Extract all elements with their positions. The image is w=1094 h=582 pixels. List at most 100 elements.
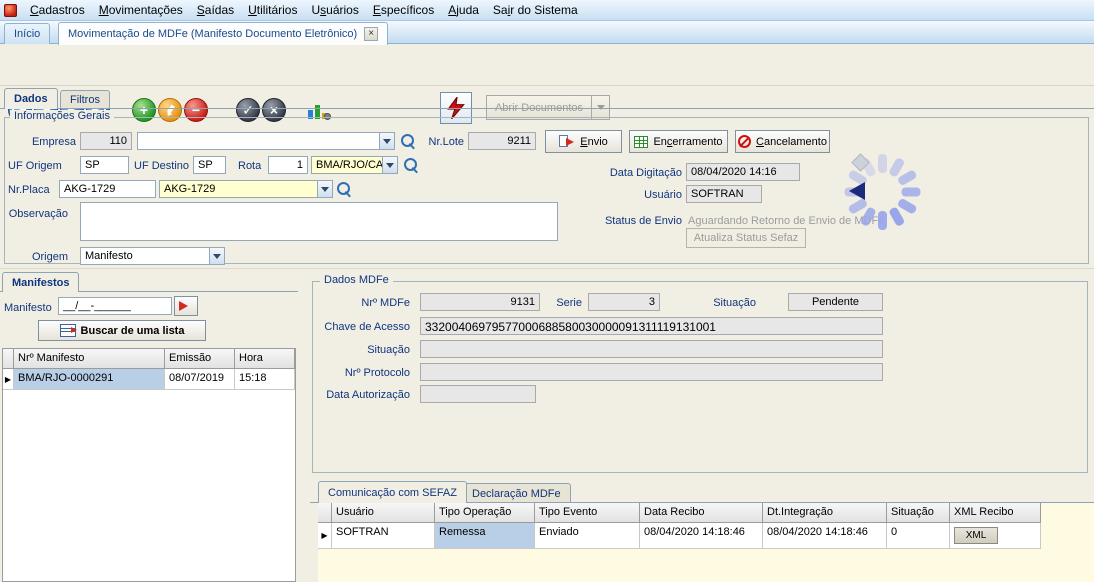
tab-declaracao-mdfe[interactable]: Declaração MDFe <box>462 483 571 503</box>
cell-hora[interactable]: 15:18 <box>235 369 295 390</box>
cell-emissao[interactable]: 08/07/2019 <box>165 369 235 390</box>
menu-item-cadastros[interactable]: Cadastros <box>23 1 92 19</box>
cell-xml-recibo: XML <box>950 523 1041 549</box>
rota-search-icon[interactable] <box>404 158 419 173</box>
observacao-label: Observação <box>8 208 68 220</box>
nr-mdfe-label: Nrº MDFe <box>330 297 410 309</box>
header-tipo-evento: Tipo Evento <box>535 503 640 523</box>
encerramento-button[interactable]: Encerramento <box>629 130 728 153</box>
sefaz-grid: Usuário Tipo Operação Tipo Evento Data R… <box>318 503 1094 582</box>
nr-mdfe-field: 9131 <box>420 293 540 311</box>
group-informacoes-gerais-title: Informações Gerais <box>10 110 114 122</box>
row-marker-icon: ▶ <box>318 523 332 549</box>
list-search-icon <box>60 324 76 337</box>
chevron-down-icon <box>597 105 605 114</box>
header-usuario: Usuário <box>332 503 435 523</box>
header-tipo-operacao: Tipo Operação <box>435 503 535 523</box>
data-autorizacao-field <box>420 385 536 403</box>
horizontal-splitter[interactable] <box>0 268 1094 269</box>
sefaz-grid-row[interactable]: ▶ SOFTRAN Remessa Enviado 08/04/2020 14:… <box>318 523 1094 549</box>
atualiza-status-sefaz-button[interactable]: Atualiza Status Sefaz <box>686 228 806 248</box>
situacao-label: Situação <box>700 297 756 309</box>
serie-field: 3 <box>588 293 660 311</box>
manifestos-grid: Nrº Manifesto Emissão Hora ▶ BMA/RJO-000… <box>2 348 296 582</box>
menu-item-utilitarios[interactable]: Utilitários <box>241 1 304 19</box>
xml-button[interactable]: XML <box>954 527 998 544</box>
uf-destino-input[interactable] <box>193 156 226 174</box>
status-envio-label: Status de Envio <box>592 215 682 227</box>
tab-filtros[interactable]: Filtros <box>60 90 110 109</box>
data-digitacao-field: 08/04/2020 14:16 <box>686 163 800 181</box>
menu-bar: Cadastros Movimentações Saídas Utilitári… <box>0 0 1094 21</box>
chevron-down-icon <box>383 139 391 148</box>
rota-combo-arrow[interactable] <box>382 157 397 173</box>
nr-protocolo-field <box>420 363 883 381</box>
nr-placa-combo[interactable]: AKG-1729 <box>159 180 333 198</box>
spinner-arrow-icon <box>840 182 865 200</box>
cell-tipo-evento[interactable]: Enviado <box>535 523 640 549</box>
envio-button-label: Envio <box>580 136 608 148</box>
data-autorizacao-label: Data Autorização <box>314 389 410 401</box>
cancelamento-button[interactable]: Cancelamento <box>735 130 830 153</box>
manifesto-go-button[interactable] <box>174 296 198 316</box>
cell-dt-integracao[interactable]: 08/04/2020 14:18:46 <box>763 523 887 549</box>
origem-label: Origem <box>28 251 68 263</box>
menu-item-especificos[interactable]: Específicos <box>366 1 441 19</box>
tab-inicio[interactable]: Início <box>4 23 50 44</box>
cell-tipo-operacao[interactable]: Remessa <box>435 523 535 549</box>
menu-item-ajuda[interactable]: Ajuda <box>441 1 486 19</box>
empresa-code-field: 110 <box>80 132 132 150</box>
situacao-field: Pendente <box>788 293 883 311</box>
menu-item-usuarios[interactable]: Usuários <box>304 1 365 19</box>
nr-placa-input[interactable] <box>59 180 156 198</box>
empresa-combo-arrow[interactable] <box>379 133 394 149</box>
manifesto-mask-input[interactable] <box>58 297 172 315</box>
tab-manifestos[interactable]: Manifestos <box>2 272 79 292</box>
envio-button[interactable]: Envio <box>545 130 622 153</box>
empresa-combo[interactable] <box>137 132 395 150</box>
nr-lote-field: 9211 <box>468 132 536 150</box>
empresa-combo-value <box>138 133 379 149</box>
tab-comunicacao-sefaz[interactable]: Comunicação com SEFAZ <box>318 481 467 503</box>
tab-movimentacao-mdfe[interactable]: Movimentação de MDFe (Manifesto Document… <box>58 22 388 45</box>
manifesto-label: Manifesto <box>4 302 52 314</box>
rota-label: Rota <box>238 160 261 172</box>
menu-item-saidas[interactable]: Saídas <box>190 1 241 19</box>
uf-origem-input[interactable] <box>80 156 129 174</box>
cell-nr-manifesto[interactable]: BMA/RJO-0000291 <box>14 369 165 390</box>
observacao-textarea[interactable] <box>80 202 558 241</box>
x-icon: × <box>270 103 278 117</box>
cell-situacao[interactable]: 0 <box>887 523 950 549</box>
row-marker-icon: ▶ <box>3 369 14 390</box>
rota-input[interactable] <box>268 156 308 174</box>
origem-combo[interactable]: Manifesto <box>80 247 225 265</box>
close-tab-icon[interactable]: × <box>364 27 378 41</box>
envio-icon <box>559 135 575 149</box>
group-dados-mdfe-title: Dados MDFe <box>320 274 393 286</box>
tab-dados[interactable]: Dados <box>4 88 58 109</box>
chave-acesso-field: 3320040697957700068858003000009131111913… <box>420 317 883 335</box>
menu-item-sair[interactable]: Sair do Sistema <box>486 1 585 19</box>
menu-item-movimentacoes[interactable]: Movimentações <box>92 1 190 19</box>
buscar-lista-button[interactable]: Buscar de uma lista <box>38 320 206 341</box>
page-tab-divider <box>0 108 1094 109</box>
cancelamento-icon <box>738 135 751 148</box>
cancelamento-button-label: Cancelamento <box>756 136 827 148</box>
pencil-icon <box>164 104 176 117</box>
loading-spinner-icon <box>840 150 924 234</box>
rota-combo[interactable]: BMA/RJO/CAS <box>311 156 398 174</box>
cell-usuario[interactable]: SOFTRAN <box>332 523 435 549</box>
nr-placa-combo-arrow[interactable] <box>317 181 332 197</box>
nr-lote-label: Nr.Lote <box>420 136 464 148</box>
buscar-lista-label: Buscar de uma lista <box>81 325 185 337</box>
nr-placa-search-icon[interactable] <box>337 182 352 197</box>
header-hora: Hora <box>235 349 295 369</box>
header-xml-recibo: XML Recibo <box>950 503 1041 523</box>
manifestos-grid-row[interactable]: ▶ BMA/RJO-0000291 08/07/2019 15:18 <box>3 369 295 390</box>
cell-data-recibo[interactable]: 08/04/2020 14:18:46 <box>640 523 763 549</box>
document-tab-strip: Início Movimentação de MDFe (Manifesto D… <box>0 21 1094 44</box>
empresa-search-icon[interactable] <box>401 134 416 149</box>
header-marker <box>3 349 14 369</box>
data-digitacao-label: Data Digitação <box>596 167 682 179</box>
origem-combo-arrow[interactable] <box>209 248 224 264</box>
